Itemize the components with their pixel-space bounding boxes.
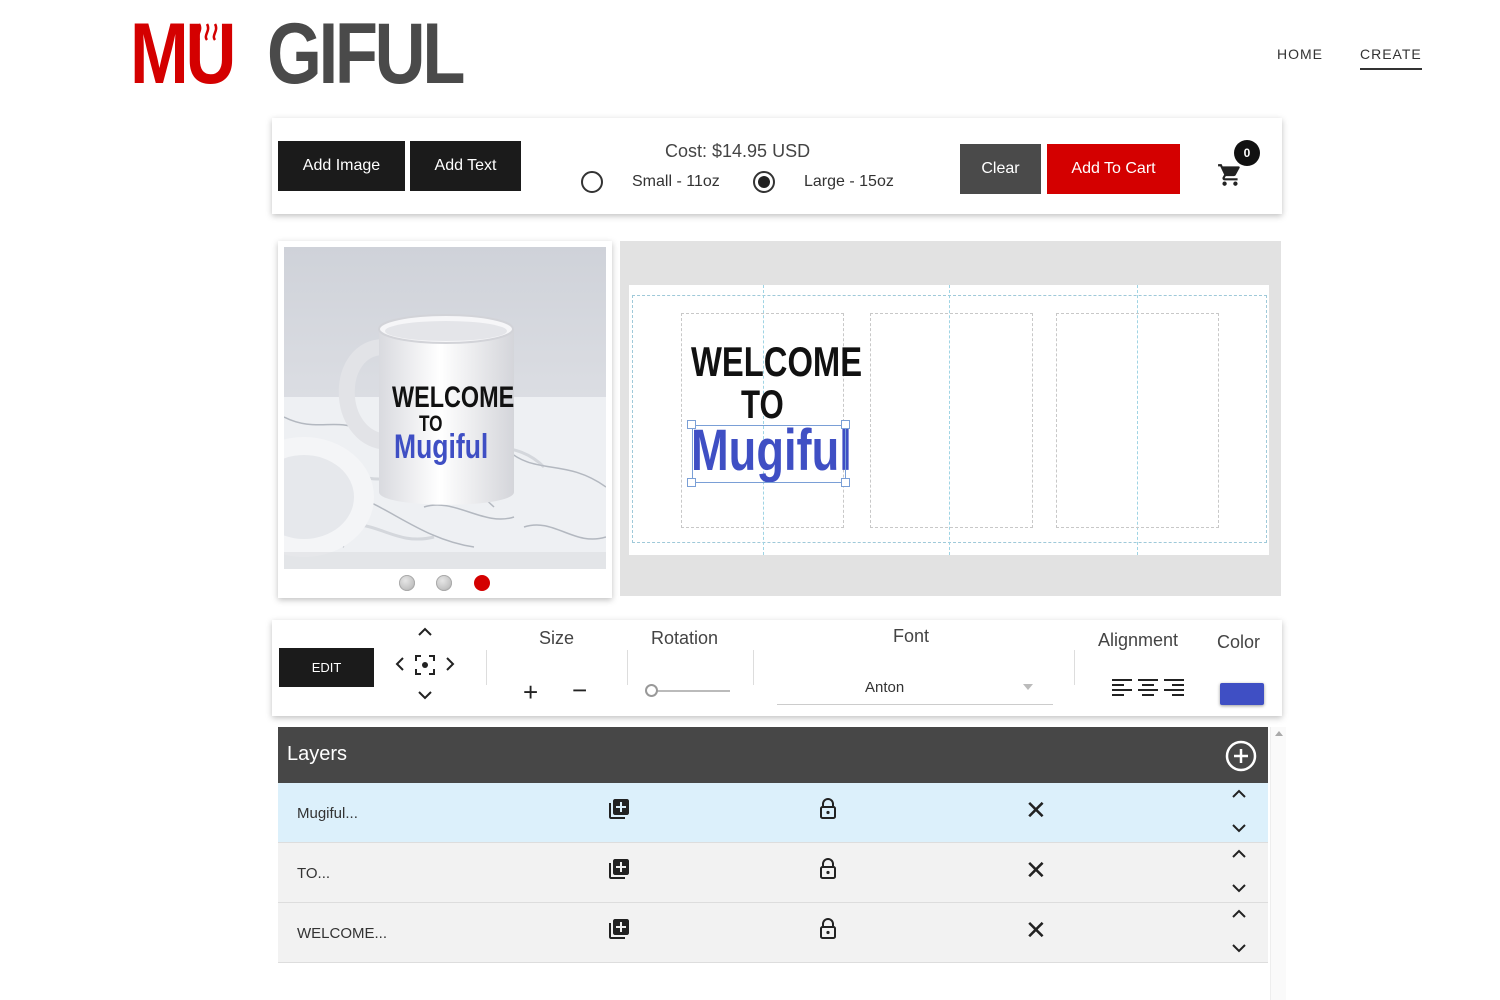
layer-name: Mugiful... — [297, 805, 358, 822]
divider — [627, 650, 628, 685]
layer-down-icon — [1232, 824, 1246, 833]
align-right-icon[interactable] — [1163, 678, 1185, 698]
preview-dot-2[interactable] — [436, 575, 452, 591]
move-up-icon[interactable] — [417, 625, 433, 637]
color-label: Color — [1217, 632, 1261, 652]
duplicate-layer-icon[interactable] — [607, 797, 631, 821]
size-decrease-icon[interactable]: − — [572, 677, 587, 703]
reorder-arrows — [1232, 909, 1246, 953]
rotation-label: Rotation — [651, 628, 719, 648]
resize-handle[interactable] — [687, 420, 696, 429]
layer-name: TO... — [297, 865, 331, 882]
delete-layer-icon[interactable]: ✕ — [1025, 857, 1047, 883]
reorder-arrows — [1232, 849, 1246, 893]
logo-giful: GIFUL — [267, 6, 465, 102]
color-swatch[interactable] — [1220, 683, 1264, 705]
size-label: Size — [539, 628, 575, 648]
edit-toolbar: EDIT Size + − Rotation Font Anton Alignm… — [272, 620, 1282, 716]
size-large-label[interactable]: Large - 15oz — [804, 173, 894, 191]
font-select-value: Anton — [865, 679, 905, 696]
divider — [753, 650, 754, 685]
size-small-label[interactable]: Small - 11oz — [632, 173, 720, 191]
add-layer-icon[interactable] — [1225, 740, 1257, 772]
move-down-icon[interactable] — [417, 690, 433, 702]
layers-panel: Layers Mugiful... ✕ TO... ✕ WELCOME... ✕ — [278, 727, 1268, 1000]
align-center-icon[interactable] — [1137, 678, 1159, 698]
duplicate-layer-icon[interactable] — [607, 917, 631, 941]
alignment-label: Alignment — [1098, 630, 1179, 650]
mug-text-line-1: WELCOME — [392, 381, 515, 414]
layer-up-icon — [1232, 909, 1246, 918]
size-large-radio[interactable] — [753, 171, 775, 193]
add-to-cart-button[interactable]: Add To Cart — [1047, 144, 1180, 194]
add-image-button[interactable]: Add Image — [278, 141, 405, 191]
panel-guide-2 — [870, 313, 1033, 528]
resize-handle[interactable] — [841, 478, 850, 487]
reorder-arrows — [1232, 789, 1246, 833]
lock-open-icon[interactable] — [816, 857, 840, 881]
scrollbar[interactable] — [1270, 727, 1286, 1000]
cost-label: Cost: $14.95 USD — [665, 141, 811, 161]
layer-name: WELCOME... — [297, 925, 388, 942]
design-toolbar: Add Image Add Text Cost: $14.95 USD Smal… — [272, 118, 1282, 214]
layer-down-icon — [1232, 884, 1246, 893]
layer-up-icon — [1232, 789, 1246, 798]
layer-up-icon — [1232, 849, 1246, 858]
clear-button[interactable]: Clear — [960, 144, 1041, 194]
duplicate-layer-icon[interactable] — [607, 857, 631, 881]
move-left-icon[interactable] — [393, 656, 405, 672]
nav-create-link[interactable]: CREATE — [1360, 46, 1422, 70]
lock-open-icon[interactable] — [816, 797, 840, 821]
preview-dot-1[interactable] — [399, 575, 415, 591]
brand-logo[interactable]: MU GIFUL — [130, 11, 465, 97]
panel-guide-3 — [1056, 313, 1219, 528]
layer-row[interactable]: WELCOME... ✕ — [278, 903, 1268, 963]
font-select[interactable]: Anton — [777, 676, 1053, 705]
steam-icon — [196, 23, 218, 41]
delete-layer-icon[interactable]: ✕ — [1025, 797, 1047, 823]
size-small-radio[interactable] — [581, 171, 603, 193]
divider — [486, 650, 487, 685]
divider — [1074, 650, 1075, 685]
layer-row[interactable]: TO... ✕ — [278, 843, 1268, 903]
font-label: Font — [893, 626, 930, 646]
align-left-icon[interactable] — [1111, 678, 1133, 698]
cart-count-badge: 0 — [1234, 140, 1260, 166]
mug-photo: WELCOME TO Mugiful — [284, 247, 606, 569]
resize-handle[interactable] — [687, 478, 696, 487]
edit-button[interactable]: EDIT — [279, 648, 374, 687]
design-canvas-area: WELCOME TO Mugiful — [620, 241, 1281, 596]
size-increase-icon[interactable]: + — [523, 679, 538, 705]
preview-dot-3[interactable] — [474, 575, 490, 591]
resize-handle[interactable] — [841, 420, 850, 429]
layers-header: Layers — [278, 727, 1268, 783]
mug-preview-card: WELCOME TO Mugiful — [278, 241, 612, 598]
center-focus-icon[interactable] — [414, 654, 436, 676]
design-text-welcome[interactable]: WELCOME — [691, 338, 862, 386]
lock-open-icon[interactable] — [816, 917, 840, 941]
move-right-icon[interactable] — [445, 656, 457, 672]
scroll-up-icon[interactable] — [1275, 731, 1283, 736]
rotation-slider-knob[interactable] — [645, 684, 658, 697]
add-text-button[interactable]: Add Text — [410, 141, 521, 191]
layer-down-icon — [1232, 944, 1246, 953]
layer-row[interactable]: Mugiful... ✕ — [278, 783, 1268, 843]
delete-layer-icon[interactable]: ✕ — [1025, 917, 1047, 943]
selection-box[interactable] — [692, 425, 846, 483]
cart-icon[interactable] — [1216, 162, 1244, 188]
design-canvas[interactable]: WELCOME TO Mugiful — [629, 285, 1269, 555]
layers-title: Layers — [287, 743, 348, 765]
mug-text-line-3: Mugiful — [394, 428, 489, 466]
chevron-down-icon — [1023, 684, 1033, 690]
rotation-slider-track[interactable] — [650, 690, 730, 692]
nav-home-link[interactable]: HOME — [1277, 46, 1323, 62]
